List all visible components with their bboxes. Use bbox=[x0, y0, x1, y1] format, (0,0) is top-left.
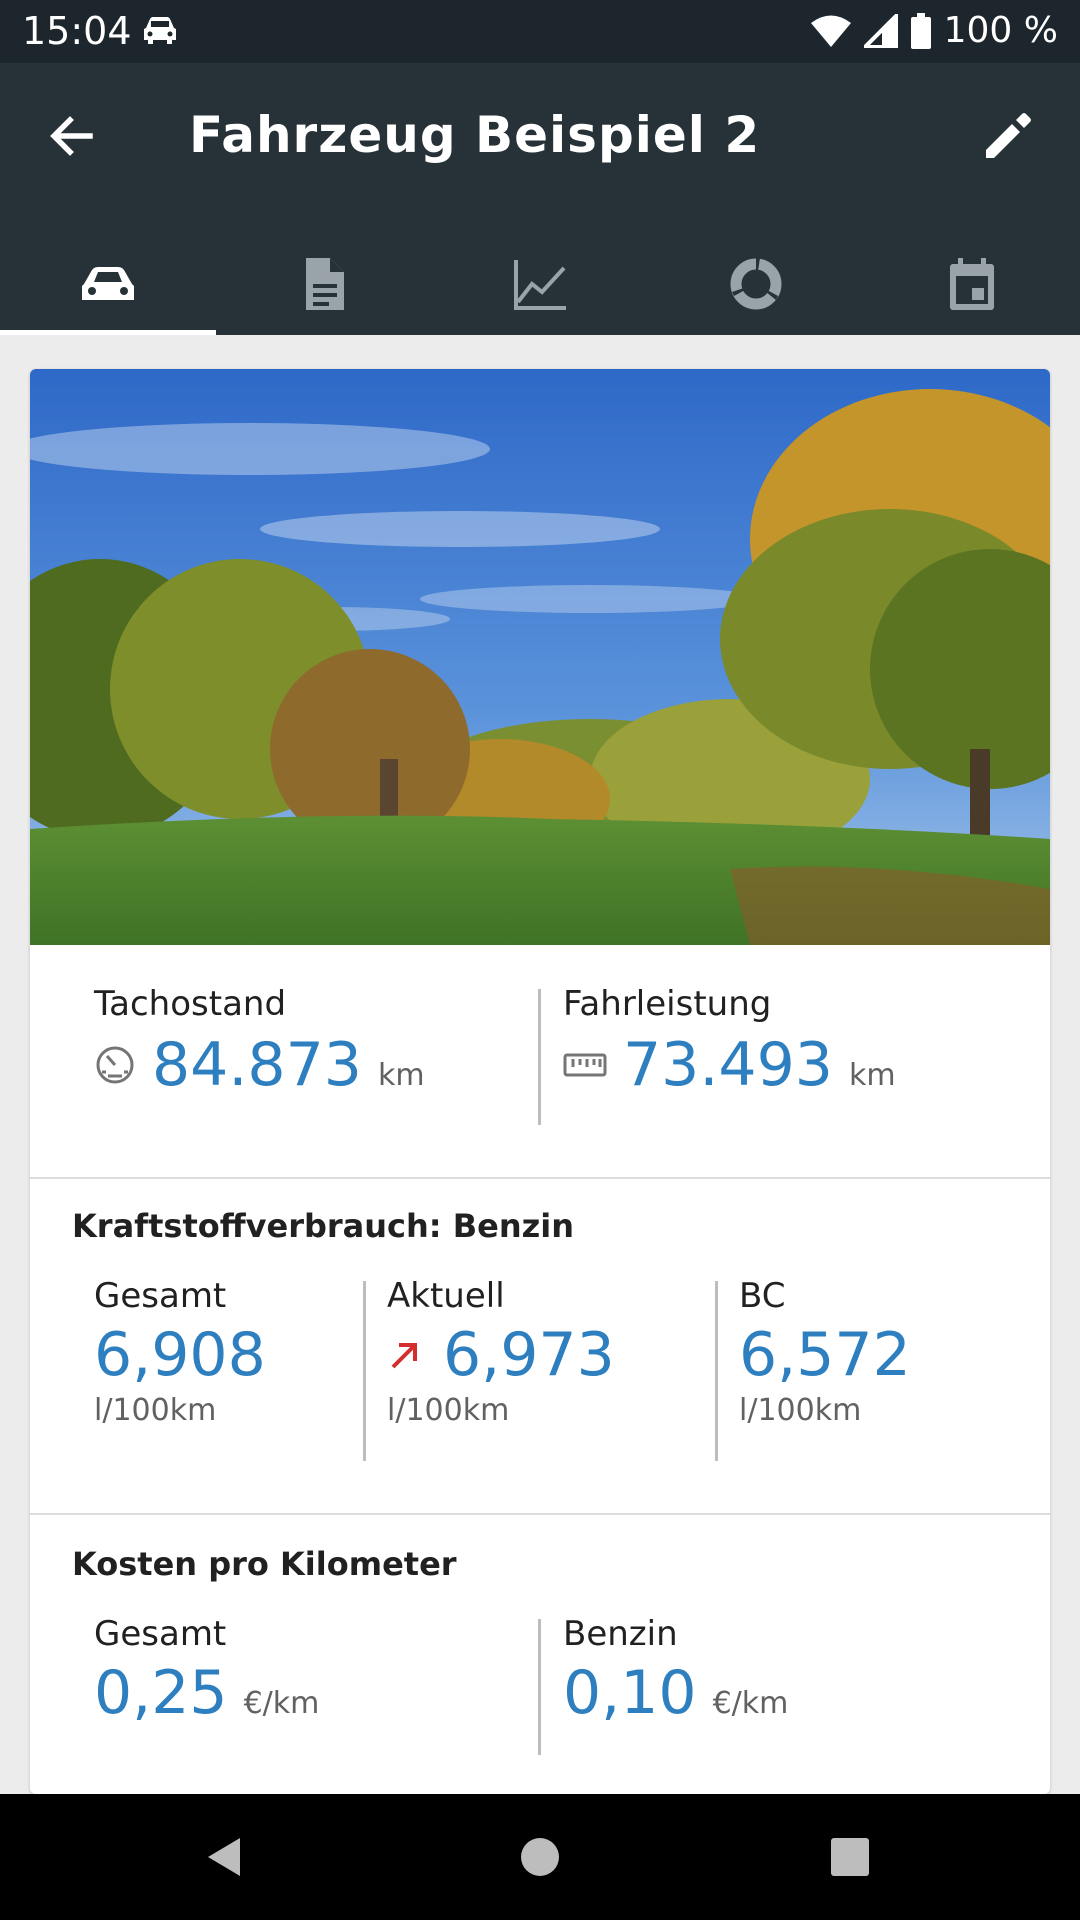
tab-calendar[interactable] bbox=[864, 233, 1080, 335]
app-bar: Fahrzeug Beispiel 2 bbox=[0, 63, 1080, 335]
fuel-total-label: Gesamt bbox=[94, 1276, 227, 1316]
fuel-bc-label: BC bbox=[739, 1276, 786, 1316]
tab-bar bbox=[0, 233, 1080, 335]
fuel-bc-unit: l/100km bbox=[739, 1393, 862, 1428]
document-icon bbox=[306, 258, 344, 310]
section-divider bbox=[30, 1177, 1050, 1179]
mileage-unit: km bbox=[848, 1058, 896, 1093]
tab-statistics[interactable] bbox=[432, 233, 648, 335]
odometer-block: Tachostand 84.873 km bbox=[94, 983, 425, 1101]
mileage-block: Fahrleistung 73.493 km bbox=[563, 983, 896, 1101]
cost-total-unit: €/km bbox=[243, 1686, 320, 1721]
divider bbox=[715, 1281, 718, 1461]
vehicle-card: Tachostand 84.873 km Fahrleistung 73.493… bbox=[30, 369, 1050, 1794]
fuel-bc-block: BC 6,572 l/100km bbox=[739, 1275, 911, 1431]
cost-fuel-block: Benzin 0,10 €/km bbox=[563, 1613, 788, 1729]
fuel-section-title: Kraftstoffverbrauch: Benzin bbox=[72, 1207, 574, 1245]
signal-icon bbox=[863, 14, 898, 48]
fuel-total-block: Gesamt 6,908 l/100km bbox=[94, 1275, 266, 1431]
page-title: Fahrzeug Beispiel 2 bbox=[189, 106, 761, 164]
cost-fuel-label: Benzin bbox=[563, 1614, 678, 1654]
battery-icon bbox=[910, 13, 931, 49]
section-divider bbox=[30, 1513, 1050, 1515]
ruler-icon bbox=[563, 1053, 607, 1077]
fuel-total-unit: l/100km bbox=[94, 1393, 217, 1428]
odometer-label: Tachostand bbox=[94, 984, 287, 1024]
edit-pencil-icon[interactable] bbox=[980, 108, 1036, 164]
back-arrow-icon[interactable] bbox=[44, 108, 100, 164]
fuel-current-unit: l/100km bbox=[387, 1393, 510, 1428]
cost-fuel-unit: €/km bbox=[712, 1686, 789, 1721]
status-time: 15:04 bbox=[22, 9, 132, 53]
tab-documents[interactable] bbox=[216, 233, 432, 335]
fuel-bc-value: 6,572 bbox=[739, 1320, 911, 1390]
nav-back-icon[interactable] bbox=[200, 1832, 250, 1882]
mileage-value: 73.493 bbox=[623, 1030, 833, 1100]
status-bar: 15:04 100 % bbox=[0, 0, 1080, 63]
speedometer-icon bbox=[96, 1046, 134, 1084]
battery-percent: 100 % bbox=[943, 10, 1058, 51]
cost-total-block: Gesamt 0,25 €/km bbox=[94, 1613, 319, 1729]
cost-fuel-value: 0,10 bbox=[563, 1658, 697, 1728]
nav-recents-icon[interactable] bbox=[825, 1832, 875, 1882]
vehicle-photo[interactable] bbox=[30, 369, 1050, 945]
trend-up-icon bbox=[391, 1343, 417, 1369]
system-nav-bar bbox=[0, 1794, 1080, 1920]
cost-section-title: Kosten pro Kilometer bbox=[72, 1545, 457, 1583]
wifi-icon bbox=[810, 15, 851, 47]
tab-service[interactable] bbox=[648, 233, 864, 335]
calendar-icon bbox=[950, 258, 994, 310]
fuel-current-value: 6,973 bbox=[443, 1320, 615, 1390]
mileage-label: Fahrleistung bbox=[563, 984, 772, 1024]
fuel-current-block: Aktuell 6,973 l/100km bbox=[387, 1275, 615, 1431]
cost-total-label: Gesamt bbox=[94, 1614, 227, 1654]
car-notification-icon bbox=[144, 17, 176, 44]
divider bbox=[538, 1619, 541, 1755]
fuel-current-label: Aktuell bbox=[387, 1276, 505, 1316]
service-ring-icon bbox=[730, 258, 782, 310]
chart-icon bbox=[514, 260, 566, 310]
odometer-value: 84.873 bbox=[152, 1030, 362, 1100]
divider bbox=[363, 1281, 366, 1461]
fuel-total-value: 6,908 bbox=[94, 1320, 266, 1390]
odometer-unit: km bbox=[377, 1058, 425, 1093]
nav-home-icon[interactable] bbox=[515, 1832, 565, 1882]
divider bbox=[538, 989, 541, 1125]
cost-total-value: 0,25 bbox=[94, 1658, 228, 1728]
car-icon bbox=[82, 267, 134, 300]
tab-overview[interactable] bbox=[0, 233, 216, 335]
